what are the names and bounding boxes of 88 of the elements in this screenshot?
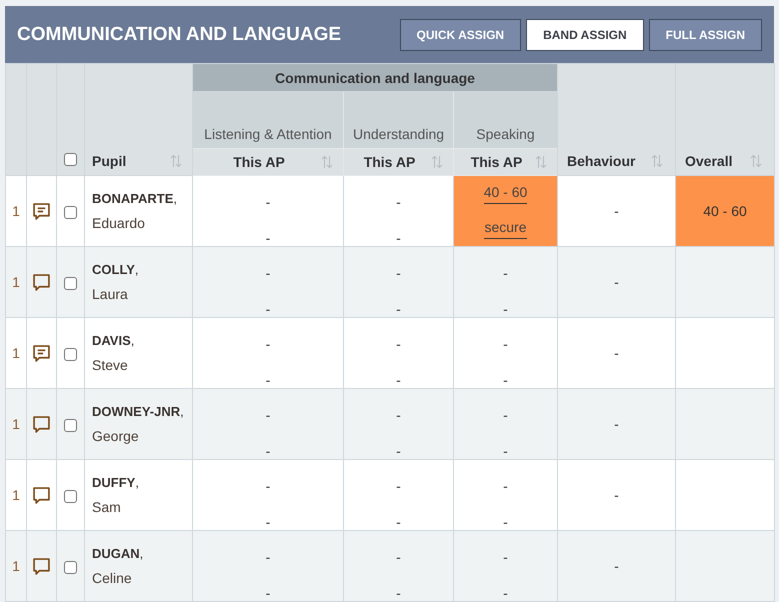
- band-value: -: [503, 265, 508, 281]
- behaviour-value: -: [614, 558, 619, 574]
- step-link[interactable]: secure: [484, 219, 527, 239]
- aspect-label: Listening & Attention: [204, 126, 332, 142]
- behaviour-value: -: [614, 416, 619, 432]
- pupil-surname: DOWNEY-JNR,: [92, 403, 185, 421]
- behaviour-value: -: [614, 487, 619, 503]
- column-title: Behaviour: [567, 153, 636, 169]
- checkbox[interactable]: [64, 348, 77, 361]
- step-value: -: [396, 443, 401, 459]
- assign-button[interactable]: QUICK ASSIGN: [400, 18, 522, 50]
- row-number: 1: [12, 274, 20, 290]
- step-value: -: [503, 372, 508, 388]
- text-bubble-icon[interactable]: [33, 344, 50, 362]
- band-value: -: [503, 549, 508, 565]
- step-value: -: [503, 443, 508, 459]
- band-value: -: [503, 336, 508, 352]
- behaviour-value: -: [614, 203, 619, 219]
- band-value: -: [503, 478, 508, 494]
- row-number: 1: [12, 416, 20, 432]
- band-value: -: [396, 478, 401, 494]
- band-value: -: [266, 478, 270, 494]
- pupil-surname: DUGAN,: [92, 545, 144, 563]
- pupil-first-name: Sam: [92, 498, 122, 517]
- pupil-surname: DAVIS,: [92, 332, 136, 350]
- step-value: -: [396, 230, 401, 246]
- pupil-first-name: Eduardo: [92, 214, 146, 233]
- band-value: -: [396, 549, 401, 565]
- step-value: -: [503, 585, 508, 601]
- band-link[interactable]: 40 - 60: [484, 184, 528, 204]
- checkbox[interactable]: [64, 418, 77, 432]
- row-number: 1: [12, 203, 20, 219]
- band-value: -: [266, 407, 270, 423]
- step-value: -: [396, 372, 401, 388]
- checkbox[interactable]: [64, 152, 77, 166]
- speech-bubble-icon[interactable]: [33, 274, 50, 291]
- pupil-surname: DUFFY,: [92, 474, 140, 492]
- behaviour-value: -: [614, 274, 619, 290]
- band-value: -: [396, 265, 401, 281]
- step-value: -: [503, 301, 508, 317]
- step-value: -: [266, 514, 270, 530]
- aspect-label: Understanding: [352, 126, 444, 142]
- step-value: -: [396, 514, 401, 530]
- group-title: Communication and language: [275, 70, 475, 86]
- speech-bubble-icon[interactable]: [33, 416, 50, 433]
- behaviour-value: -: [614, 345, 619, 361]
- step-value: -: [266, 443, 270, 459]
- band-value: -: [396, 194, 401, 210]
- band-value: -: [396, 407, 401, 423]
- checkbox[interactable]: [64, 490, 77, 503]
- text-bubble-icon[interactable]: [33, 202, 50, 220]
- band-value: -: [266, 194, 270, 210]
- pupil-surname: BONAPARTE,: [92, 190, 178, 208]
- aspect-label: Speaking: [476, 126, 535, 142]
- column-title: This AP: [470, 154, 524, 170]
- speech-bubble-icon[interactable]: [33, 558, 50, 575]
- column-title: Pupil: [92, 153, 126, 169]
- row-number: 1: [12, 558, 20, 574]
- checkbox[interactable]: [64, 560, 77, 574]
- step-value: -: [266, 230, 270, 246]
- checkbox[interactable]: [64, 276, 77, 290]
- pupil-first-name: Steve: [92, 356, 129, 375]
- step-value: -: [266, 372, 270, 388]
- pupil-first-name: George: [92, 427, 140, 446]
- band-value: -: [266, 265, 270, 281]
- row-number: 1: [12, 487, 20, 503]
- pupil-surname: COLLY,: [92, 261, 140, 279]
- step-value: -: [396, 301, 401, 317]
- column-title: This AP: [362, 154, 416, 170]
- assign-button[interactable]: FULL ASSIGN: [648, 18, 762, 50]
- band-value: -: [266, 336, 270, 352]
- overall-value: 40 - 60: [703, 203, 747, 219]
- band-value: -: [396, 336, 401, 352]
- row-number: 1: [12, 345, 20, 361]
- step-value: -: [503, 514, 508, 530]
- pupil-first-name: Celine: [92, 569, 133, 588]
- assign-button[interactable]: BAND ASSIGN: [526, 18, 644, 50]
- band-value: -: [503, 407, 508, 423]
- column-title: Overall: [685, 153, 732, 169]
- column-title: This AP: [232, 154, 286, 170]
- page-title: COMMUNICATION AND LANGUAGE: [17, 24, 342, 46]
- step-value: -: [266, 585, 270, 601]
- checkbox[interactable]: [64, 206, 77, 219]
- step-value: -: [396, 585, 401, 601]
- step-value: -: [266, 301, 270, 317]
- pupil-first-name: Laura: [92, 285, 129, 304]
- band-value: -: [266, 549, 270, 565]
- speech-bubble-icon[interactable]: [33, 486, 50, 504]
